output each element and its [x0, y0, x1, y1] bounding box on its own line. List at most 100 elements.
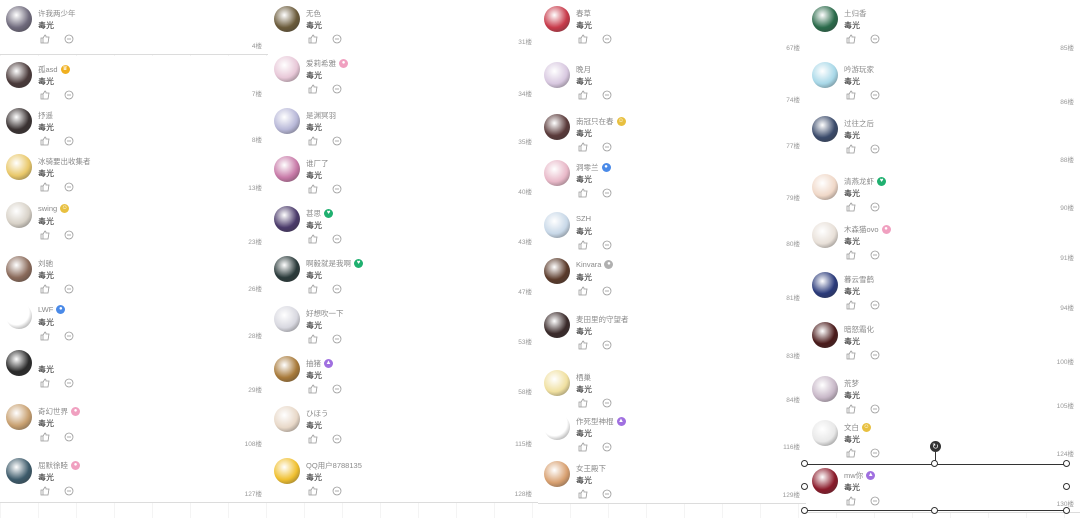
like-icon[interactable] [308, 136, 318, 146]
avatar[interactable] [812, 6, 838, 32]
comment-card[interactable]: 土归香 毒光 85楼 [806, 0, 1080, 57]
avatar[interactable] [812, 116, 838, 142]
username[interactable]: 文白 ☺ [844, 422, 871, 433]
like-icon[interactable] [578, 489, 588, 499]
like-icon[interactable] [846, 300, 856, 310]
avatar[interactable] [6, 256, 32, 282]
username[interactable]: 屈默徐睦 ● [38, 460, 80, 471]
reply-icon[interactable] [602, 34, 612, 44]
reply-icon[interactable] [870, 300, 880, 310]
comment-card[interactable]: 暮云雪鹤 毒光 94楼 [806, 266, 1080, 317]
avatar[interactable] [274, 306, 300, 332]
avatar[interactable] [544, 461, 570, 487]
avatar[interactable] [544, 62, 570, 88]
avatar[interactable] [274, 156, 300, 182]
like-icon[interactable] [578, 286, 588, 296]
resize-handle-middle-right[interactable] [1063, 483, 1070, 490]
avatar[interactable] [274, 406, 300, 432]
username[interactable]: 晚月 [576, 64, 591, 75]
like-icon[interactable] [846, 350, 856, 360]
comment-card[interactable]: QQ用户8788135 毒光 128楼 [268, 452, 538, 503]
resize-handle-bottom-left[interactable] [801, 507, 808, 514]
avatar[interactable] [6, 350, 32, 376]
avatar[interactable] [812, 468, 838, 494]
comment-card[interactable]: 刘驰 毒光 26楼 [0, 250, 268, 298]
resize-handle-bottom-middle[interactable] [931, 507, 938, 514]
reply-icon[interactable] [602, 286, 612, 296]
like-icon[interactable] [308, 384, 318, 394]
comment-card[interactable]: 奇幻世界 ● 毒光 108楼 [0, 398, 268, 453]
avatar[interactable] [544, 6, 570, 32]
avatar[interactable] [544, 414, 570, 440]
comment-card[interactable]: 暗怒霜化 毒光 100楼 [806, 316, 1080, 371]
username[interactable]: 土归香 [844, 8, 867, 19]
reply-icon[interactable] [332, 234, 342, 244]
username[interactable]: 荒梦 [844, 378, 859, 389]
comment-card[interactable]: 是渊冥羽 毒光 35楼 [268, 102, 538, 151]
reply-icon[interactable] [64, 486, 74, 496]
reply-icon[interactable] [64, 34, 74, 44]
reply-icon[interactable] [870, 350, 880, 360]
comment-card[interactable]: 晚月 毒光 74楼 [538, 56, 806, 109]
like-icon[interactable] [40, 136, 50, 146]
username[interactable]: 冰骑要出收集者 [38, 156, 91, 167]
comment-card[interactable]: 谁厂了 毒光 40楼 [268, 150, 538, 201]
like-icon[interactable] [308, 34, 318, 44]
username[interactable]: 女王殿下 [576, 463, 606, 474]
like-icon[interactable] [308, 284, 318, 294]
username[interactable]: LWF ● [38, 305, 66, 314]
username[interactable]: 南冠只在春 ☺ [576, 116, 626, 127]
avatar[interactable] [544, 114, 570, 140]
like-icon[interactable] [846, 496, 856, 506]
comment-card[interactable]: 好想吹一下 毒光 53楼 [268, 300, 538, 351]
like-icon[interactable] [40, 331, 50, 341]
username[interactable]: 抒遥 [38, 110, 53, 121]
reply-icon[interactable] [602, 398, 612, 408]
comment-card[interactable]: SZH 毒光 80楼 [538, 206, 806, 253]
resize-handle-top-left[interactable] [801, 460, 808, 467]
like-icon[interactable] [308, 334, 318, 344]
like-icon[interactable] [40, 284, 50, 294]
username[interactable]: swing ☺ [38, 204, 70, 213]
avatar[interactable] [6, 108, 32, 134]
reply-icon[interactable] [64, 136, 74, 146]
comment-card[interactable]: 吟游玩家 毒光 86楼 [806, 56, 1080, 111]
username[interactable]: 过往之后 [844, 118, 874, 129]
like-icon[interactable] [578, 240, 588, 250]
reply-icon[interactable] [870, 404, 880, 414]
reply-icon[interactable] [602, 240, 612, 250]
like-icon[interactable] [578, 90, 588, 100]
like-icon[interactable] [40, 34, 50, 44]
like-icon[interactable] [40, 230, 50, 240]
reply-icon[interactable] [332, 284, 342, 294]
avatar[interactable] [812, 62, 838, 88]
like-icon[interactable] [578, 188, 588, 198]
comment-card[interactable]: 栖巢 毒光 84楼 [538, 364, 806, 409]
username[interactable]: 暗怒霜化 [844, 324, 874, 335]
username[interactable]: 谁厂了 [306, 158, 329, 169]
like-icon[interactable] [846, 202, 856, 212]
like-icon[interactable] [308, 184, 318, 194]
comment-card[interactable]: 冰骑要出收集者 毒光 13楼 [0, 148, 268, 197]
username[interactable]: 甚思 ♥ [306, 208, 333, 219]
reply-icon[interactable] [602, 442, 612, 452]
rotate-handle-icon[interactable]: ↻ [930, 441, 941, 452]
comment-card[interactable]: swing ☺ 毒光 23楼 [0, 196, 268, 251]
reply-icon[interactable] [64, 90, 74, 100]
like-icon[interactable] [40, 182, 50, 192]
username[interactable]: 奇幻世界 ● [38, 406, 80, 417]
like-icon[interactable] [40, 378, 50, 388]
like-icon[interactable] [308, 234, 318, 244]
avatar[interactable] [544, 258, 570, 284]
avatar[interactable] [6, 202, 32, 228]
reply-icon[interactable] [332, 136, 342, 146]
reply-icon[interactable] [332, 486, 342, 496]
comment-card[interactable]: 春草 毒光 67楼 [538, 0, 806, 57]
like-icon[interactable] [308, 434, 318, 444]
like-icon[interactable] [846, 448, 856, 458]
reply-icon[interactable] [870, 90, 880, 100]
reply-icon[interactable] [64, 378, 74, 388]
comment-card[interactable]: mw你 ▲ 毒光 130楼 [806, 462, 1080, 513]
like-icon[interactable] [578, 142, 588, 152]
username[interactable]: 孤asd ♛ [38, 64, 70, 75]
